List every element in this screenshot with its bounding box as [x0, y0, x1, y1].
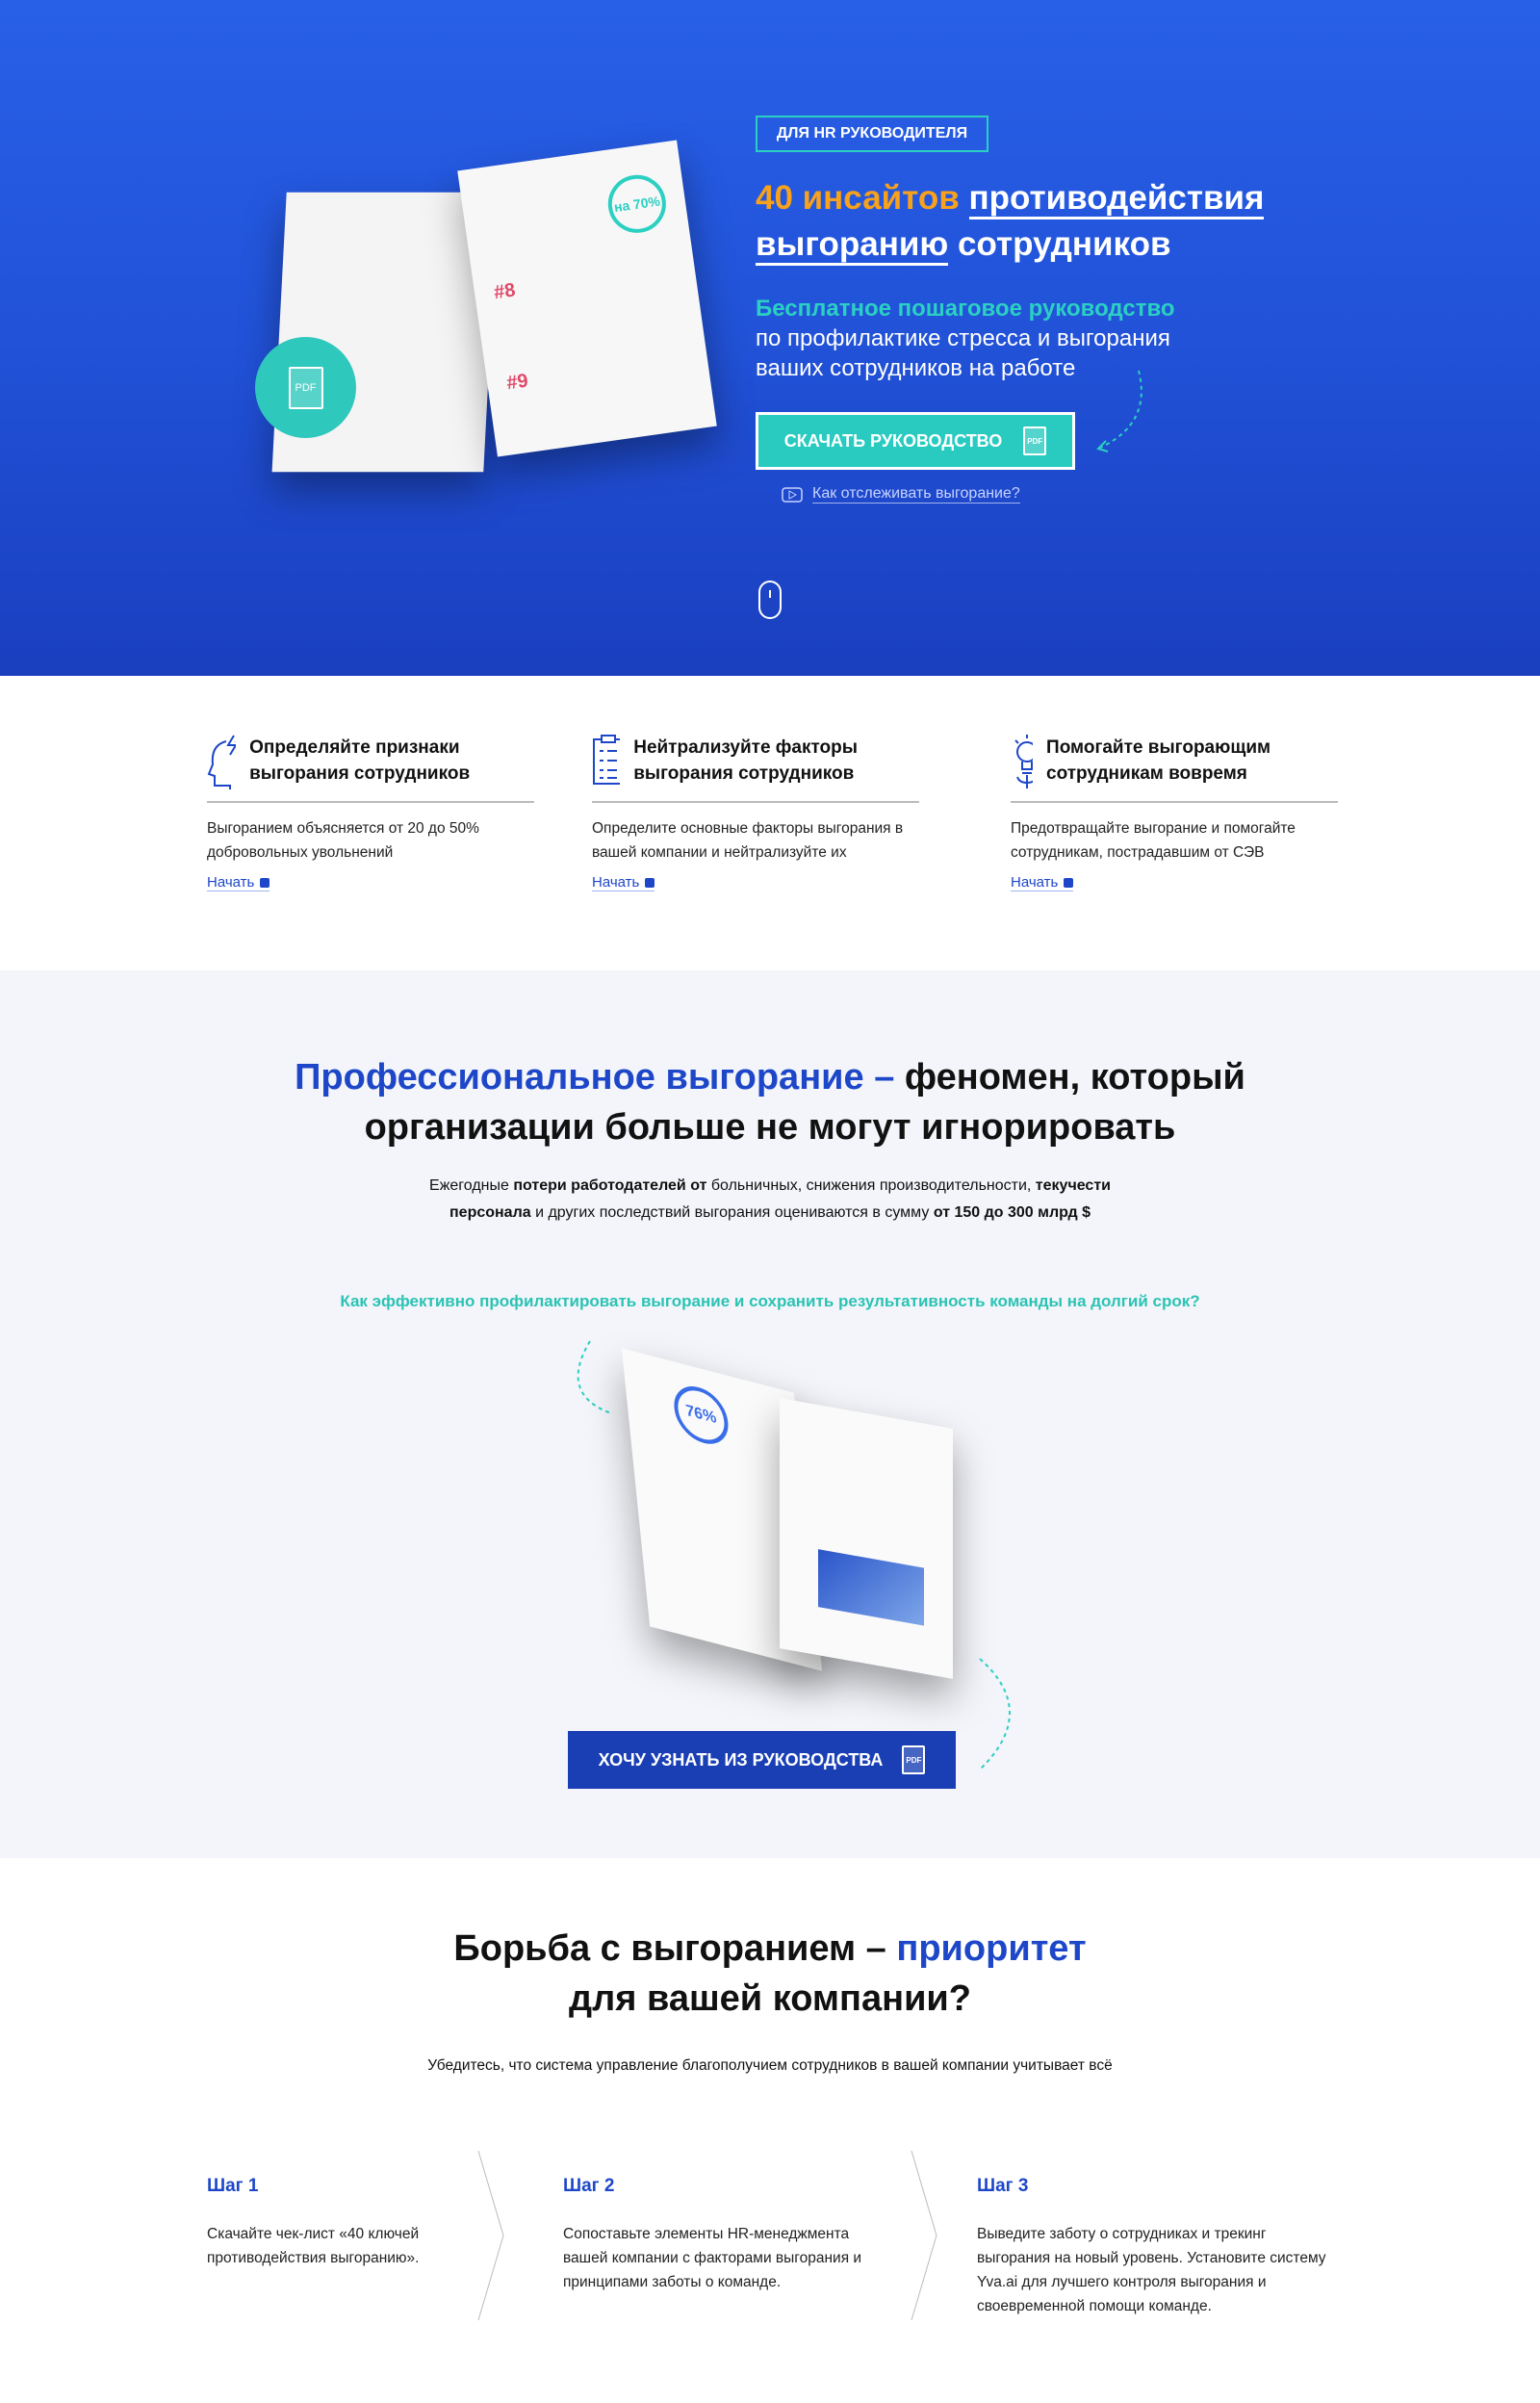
pdf-icon: PDF [1023, 426, 1047, 455]
text-bold: от 150 до 300 млрд $ [933, 1204, 1091, 1221]
link-label: Начать [592, 874, 640, 891]
step-text: Скачайте чек-лист «40 ключей противодейс… [207, 2226, 420, 2266]
heading-part: Борьба с выгоранием – [453, 1928, 886, 1969]
arrow-icon [645, 877, 655, 888]
title-part: выгоранию [756, 225, 949, 266]
text-bold: потери работодателей от [513, 1177, 707, 1194]
lightbulb-icon [1014, 735, 1034, 788]
step-text: Выведите заботу о сотрудниках и трекинг … [977, 2226, 1326, 2314]
feature-text: Определите основные факторы выгорания в … [592, 820, 904, 861]
brochure-stat: 76% [671, 1380, 732, 1451]
arrow-icon [260, 877, 270, 888]
learn-from-guide-button[interactable]: ХОЧУ УЗНАТЬ ИЗ РУКОВОДСТВА PDF [568, 1731, 956, 1789]
step-card: Шаг 2 Сопоставьте элементы HR-менеджмента… [563, 2176, 929, 2294]
priority-section: Борьба с выгоранием – приоритет для вашей… [0, 1858, 1540, 2403]
heading-part: феномен, который [904, 1057, 1245, 1098]
hero-section: на 70% #8 #9 PDF ДЛЯ HR РУКОВОДИТЕЛЯ 40 … [0, 0, 1540, 676]
step-card: Шаг 1 Скачайте чек-лист «40 ключей против… [207, 2176, 573, 2270]
feature-card: Определяйте признаки выгорания сотрудник… [207, 732, 534, 891]
features-section: Определяйте признаки выгорания сотрудник… [0, 676, 1540, 970]
brochure-heading: #9 [504, 370, 530, 395]
dashed-arrow-icon [1096, 370, 1142, 452]
problem-section: Профессиональное выгорание – феномен, ко… [0, 970, 1540, 1858]
feature-title: Определяйте признаки выгорания сотрудник… [249, 737, 471, 784]
link-label: Начать [1011, 874, 1059, 891]
feature-text: Выгоранием объясняется от 20 до 50% добр… [207, 820, 479, 861]
text-bold: текучести [1035, 1177, 1111, 1194]
download-guide-button[interactable]: СКАЧАТЬ РУКОВОДСТВО PDF [756, 412, 1075, 470]
divider [592, 801, 919, 803]
title-highlight: 40 инсайтов [756, 179, 960, 217]
heading-highlight: Профессиональное выгорание – [295, 1057, 895, 1098]
brochure-image: на 70% #8 #9 [271, 140, 717, 481]
checklist-icon [593, 735, 621, 785]
button-label: СКАЧАТЬ РУКОВОДСТВО [783, 430, 1003, 451]
button-label: ХОЧУ УЗНАТЬ ИЗ РУКОВОДСТВА [598, 1749, 884, 1770]
start-link[interactable]: Начать [592, 874, 655, 891]
subtitle-line: по профилактике стресса и выгорания [756, 325, 1170, 351]
heading-part: организации больше не могут игнорировать [364, 1107, 1176, 1148]
step-card: Шаг 3 Выведите заботу о сотрудниках и тре… [977, 2176, 1343, 2318]
step-title: Шаг 3 [977, 2176, 1029, 2196]
subtitle-bold: Бесплатное пошаговое руководство [756, 296, 1175, 322]
feature-text: Предотвращайте выгорание и помогайте сот… [1011, 820, 1296, 861]
audience-badge: ДЛЯ HR РУКОВОДИТЕЛЯ [756, 116, 988, 152]
feature-card: Нейтрализуйте факторы выгорания сотрудни… [592, 732, 919, 891]
heading-part: для вашей компании? [568, 1978, 972, 2019]
divider [1011, 801, 1338, 803]
text: больничных, снижения производительности, [706, 1177, 1036, 1194]
text-bold: персонала [449, 1204, 531, 1221]
priority-heading: Борьба с выгоранием – приоритет для вашей… [0, 1924, 1540, 2024]
video-link[interactable]: Как отслеживать выгорание? [782, 485, 1020, 504]
priority-subtitle: Убедитесь, что система управление благоп… [427, 2057, 1113, 2074]
feature-card: Помогайте выгорающим сотрудникам вовремя… [1011, 732, 1338, 891]
title-part: противодействия [968, 179, 1265, 220]
link-label: Как отслеживать выгорание? [812, 485, 1020, 504]
dashed-arrow-icon [979, 1658, 1011, 1770]
arrow-icon [1064, 877, 1074, 888]
start-link[interactable]: Начать [1011, 874, 1074, 891]
pdf-badge-icon: PDF [255, 337, 356, 438]
title-part: сотрудников [958, 225, 1171, 263]
feature-title: Нейтрализуйте факторы выгорания сотрудни… [633, 737, 858, 784]
step-title: Шаг 1 [207, 2176, 259, 2196]
divider [207, 801, 534, 803]
brochure-heading: #8 [492, 279, 517, 304]
hero-title: 40 инсайтов противодействия выгоранию сот… [756, 175, 1372, 268]
problem-paragraph: Ежегодные потери работодателей от больни… [0, 1173, 1540, 1227]
text: и других последствий выгорания оценивают… [530, 1204, 934, 1221]
start-link[interactable]: Начать [207, 874, 270, 891]
scroll-mouse-icon[interactable] [758, 581, 782, 619]
problem-heading: Профессиональное выгорание – феномен, ко… [0, 1052, 1540, 1152]
text: Ежегодные [429, 1177, 514, 1194]
step-title: Шаг 2 [563, 2176, 615, 2196]
problem-question: Как эффективно профилактировать выгорани… [340, 1292, 1200, 1310]
brochure-image: 76% [578, 1348, 982, 1702]
feature-title: Помогайте выгорающим сотрудникам вовремя [1046, 737, 1271, 784]
pdf-icon: PDF [902, 1745, 926, 1774]
play-icon [782, 486, 803, 503]
brochure-stat: на 70% [603, 170, 670, 237]
step-text: Сопоставьте элементы HR-менеджмента ваше… [563, 2226, 862, 2290]
heading-highlight: приоритет [896, 1928, 1087, 1969]
link-label: Начать [207, 874, 255, 891]
head-lightning-icon [207, 735, 237, 789]
